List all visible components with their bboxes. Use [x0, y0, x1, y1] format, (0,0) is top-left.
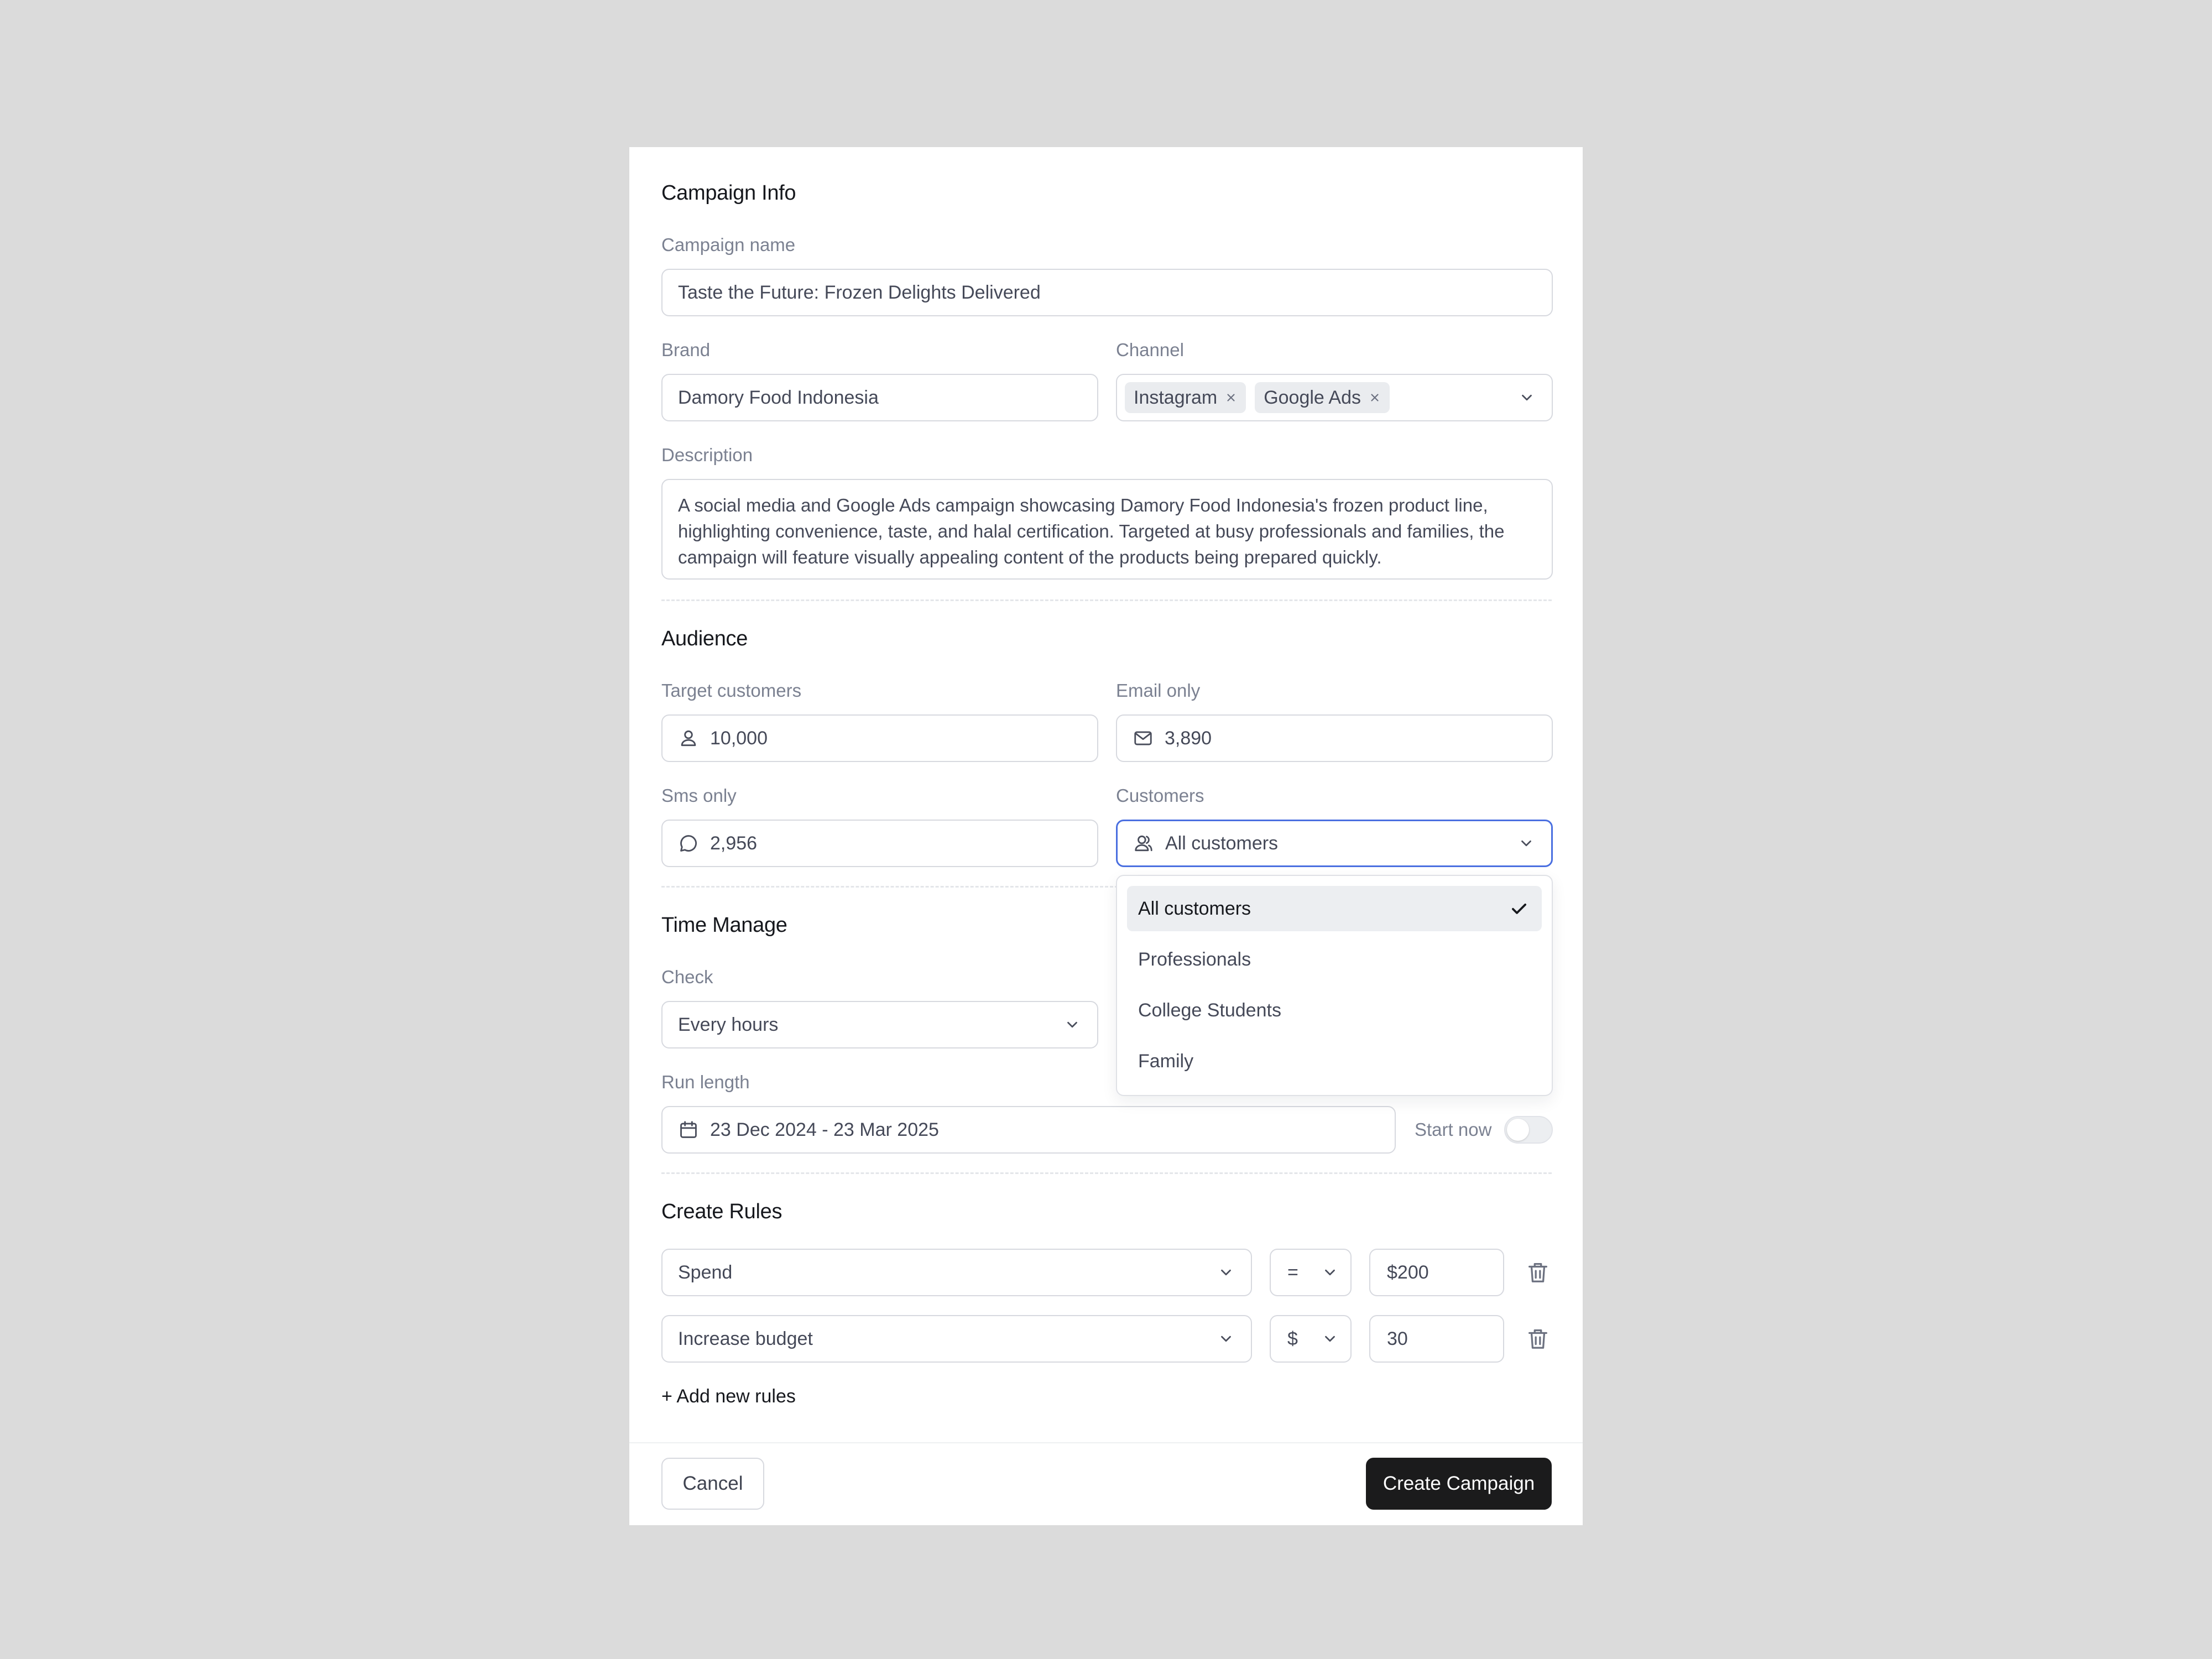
run-length-field[interactable]: 23 Dec 2024 - 23 Mar 2025: [661, 1106, 1396, 1154]
run-length-value: 23 Dec 2024 - 23 Mar 2025: [710, 1119, 939, 1140]
rule-operator-select[interactable]: =: [1270, 1249, 1352, 1296]
check-icon: [1509, 898, 1530, 919]
section-title-create-rules: Create Rules: [661, 1200, 782, 1223]
chevron-down-icon[interactable]: [1064, 1016, 1081, 1033]
cancel-button[interactable]: Cancel: [661, 1458, 764, 1510]
section-title-time-manage: Time Manage: [661, 914, 787, 937]
option-label: College Students: [1138, 999, 1281, 1021]
campaign-name-value: Taste the Future: Frozen Delights Delive…: [678, 281, 1041, 303]
section-title-audience: Audience: [661, 627, 748, 650]
add-new-rules-link[interactable]: + Add new rules: [661, 1386, 796, 1407]
chat-bubble-icon: [678, 833, 699, 854]
rule-field-select[interactable]: Spend: [661, 1249, 1252, 1296]
chevron-down-icon[interactable]: [1218, 1331, 1234, 1347]
sms-only-label: Sms only: [661, 785, 737, 806]
mail-icon: [1133, 728, 1154, 749]
option-label: All customers: [1138, 898, 1251, 919]
customers-select-value: All customers: [1165, 832, 1279, 854]
trash-icon[interactable]: [1525, 1260, 1551, 1285]
sms-only-field[interactable]: 2,956: [661, 820, 1098, 867]
create-campaign-card: Campaign Info Campaign name Taste the Fu…: [629, 147, 1583, 1525]
channel-chip-label: Google Ads: [1264, 387, 1361, 408]
email-only-value: 3,890: [1165, 727, 1212, 749]
rule-operator-value: =: [1287, 1261, 1298, 1283]
chevron-down-icon[interactable]: [1322, 1331, 1338, 1347]
x-icon[interactable]: [1369, 392, 1381, 404]
users-icon: [1133, 833, 1154, 854]
dropdown-option-college-students[interactable]: College Students: [1127, 988, 1542, 1033]
dropdown-option-professionals[interactable]: Professionals: [1127, 937, 1542, 982]
chevron-down-icon[interactable]: [1519, 389, 1535, 406]
rule-field-select[interactable]: Increase budget: [661, 1315, 1252, 1363]
rule-value-input[interactable]: 30: [1369, 1315, 1504, 1363]
rule-field-value: Spend: [678, 1261, 733, 1283]
brand-label: Brand: [661, 340, 711, 360]
divider: [661, 599, 1552, 601]
section-title-campaign-info: Campaign Info: [661, 181, 796, 205]
check-select-value: Every hours: [678, 1014, 779, 1035]
start-now-label: Start now: [1415, 1119, 1492, 1140]
customers-dropdown-menu: All customers Professionals College Stud…: [1116, 875, 1553, 1096]
trash-icon[interactable]: [1525, 1326, 1551, 1352]
email-only-field[interactable]: 3,890: [1116, 714, 1553, 762]
channel-chip-google-ads: Google Ads: [1255, 382, 1390, 413]
option-label: Professionals: [1138, 948, 1251, 970]
run-length-label: Run length: [661, 1072, 750, 1092]
brand-field[interactable]: Damory Food Indonesia: [661, 374, 1098, 421]
customers-label: Customers: [1116, 785, 1204, 806]
chevron-down-icon[interactable]: [1518, 835, 1535, 852]
rule-value: 30: [1387, 1328, 1408, 1349]
campaign-name-field[interactable]: Taste the Future: Frozen Delights Delive…: [661, 269, 1553, 316]
rule-value-input[interactable]: $200: [1369, 1249, 1504, 1296]
check-label: Check: [661, 967, 713, 987]
customers-select[interactable]: All customers: [1116, 820, 1553, 867]
divider: [661, 1172, 1552, 1174]
footer-divider: [629, 1442, 1583, 1443]
toggle-knob: [1507, 1119, 1529, 1141]
campaign-name-label: Campaign name: [661, 234, 796, 255]
email-only-label: Email only: [1116, 680, 1201, 701]
start-now-toggle[interactable]: [1504, 1116, 1553, 1144]
rule-operator-value: $: [1287, 1328, 1298, 1349]
user-icon: [678, 728, 699, 749]
create-campaign-button[interactable]: Create Campaign: [1366, 1458, 1552, 1510]
x-icon[interactable]: [1225, 392, 1237, 404]
calendar-icon: [678, 1119, 699, 1140]
channel-label: Channel: [1116, 340, 1184, 360]
chevron-down-icon[interactable]: [1322, 1264, 1338, 1281]
target-customers-value: 10,000: [710, 727, 768, 749]
sms-only-value: 2,956: [710, 832, 758, 854]
check-select[interactable]: Every hours: [661, 1001, 1098, 1048]
rule-operator-select[interactable]: $: [1270, 1315, 1352, 1363]
description-value: A social media and Google Ads campaign s…: [678, 495, 1505, 567]
option-label: Family: [1138, 1050, 1194, 1072]
dropdown-option-family[interactable]: Family: [1127, 1039, 1542, 1084]
target-customers-field[interactable]: 10,000: [661, 714, 1098, 762]
description-textarea[interactable]: A social media and Google Ads campaign s…: [661, 479, 1553, 580]
rule-value: $200: [1387, 1261, 1429, 1283]
dropdown-option-all-customers[interactable]: All customers: [1127, 886, 1542, 931]
description-label: Description: [661, 445, 753, 465]
brand-value: Damory Food Indonesia: [678, 387, 879, 408]
channel-chip-instagram: Instagram: [1125, 382, 1246, 413]
channel-chip-label: Instagram: [1134, 387, 1218, 408]
chevron-down-icon[interactable]: [1218, 1264, 1234, 1281]
target-customers-label: Target customers: [661, 680, 802, 701]
rule-field-value: Increase budget: [678, 1328, 813, 1349]
channel-multiselect[interactable]: Instagram Google Ads: [1116, 374, 1553, 421]
